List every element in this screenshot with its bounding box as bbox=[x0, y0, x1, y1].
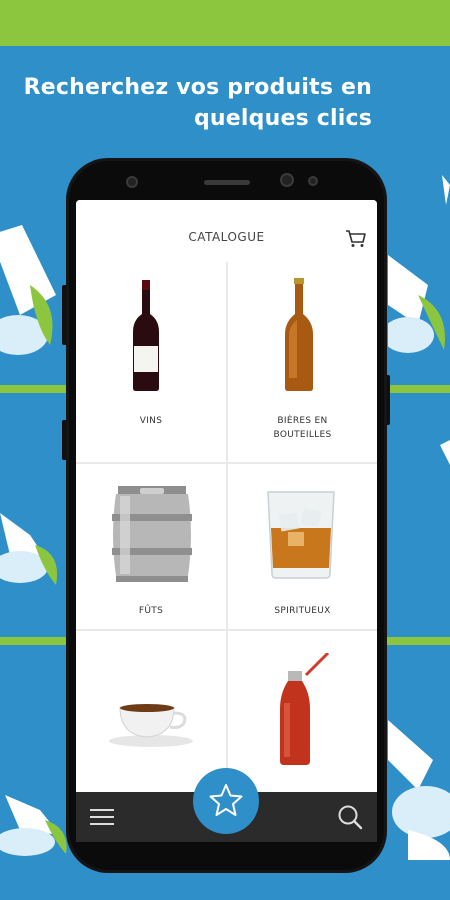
phone-sensor-2 bbox=[308, 176, 318, 186]
promo-headline: Recherchez vos produits en quelques clic… bbox=[24, 72, 372, 134]
category-tile-wines[interactable]: VINS bbox=[76, 262, 226, 462]
category-grid: VINS BIÈRES EN BOUTEILLES FÛTS SPIRITUEU… bbox=[76, 262, 377, 800]
category-tile-beers[interactable]: BIÈRES EN BOUTEILLES bbox=[228, 262, 377, 462]
wine-bottle-icon bbox=[133, 280, 159, 391]
decorative-bottle-left-1 bbox=[0, 225, 56, 355]
menu-icon[interactable] bbox=[90, 808, 114, 826]
phone-sensor bbox=[280, 173, 294, 187]
app-header: CATALOGUE bbox=[76, 200, 377, 262]
category-tile-spirits[interactable]: SPIRITUEUX bbox=[228, 464, 377, 629]
app-screen: CATALOGUE VINS BIÈRES EN BOUTEILLES FÛTS… bbox=[76, 200, 377, 800]
decorative-bottle-left-2 bbox=[0, 513, 58, 585]
decorative-bottle-right-3 bbox=[388, 720, 450, 860]
decorative-bottle-right-1 bbox=[388, 175, 450, 353]
category-label: VINS bbox=[139, 416, 163, 426]
phone-speaker bbox=[204, 180, 250, 185]
category-label: BIÈRES EN BOUTEILLES bbox=[273, 416, 332, 440]
headline-line-1: Recherchez vos produits en bbox=[23, 75, 372, 100]
cart-icon[interactable] bbox=[345, 230, 367, 248]
favorites-button[interactable] bbox=[193, 768, 259, 834]
star-icon bbox=[209, 784, 243, 816]
keg-icon bbox=[112, 486, 192, 582]
front-camera bbox=[126, 176, 138, 188]
category-tile-soft-drinks[interactable] bbox=[228, 631, 377, 800]
search-icon[interactable] bbox=[337, 804, 363, 830]
whisky-glass-icon bbox=[267, 491, 335, 579]
top-green-band bbox=[0, 0, 450, 46]
decorative-bottle-right-2 bbox=[440, 440, 450, 465]
phone-frame: CATALOGUE VINS BIÈRES EN BOUTEILLES FÛTS… bbox=[66, 158, 387, 873]
headline-line-2: quelques clics bbox=[193, 106, 372, 131]
beer-bottle-icon bbox=[285, 278, 313, 391]
category-tile-kegs[interactable]: FÛTS bbox=[76, 464, 226, 629]
category-tile-coffee[interactable] bbox=[76, 631, 226, 800]
category-label: FÛTS bbox=[138, 606, 164, 616]
decorative-bottle-left-3 bbox=[0, 795, 67, 856]
soda-bottle-icon bbox=[280, 653, 330, 765]
category-label: SPIRITUEUX bbox=[274, 606, 331, 616]
coffee-cup-icon bbox=[109, 704, 193, 747]
page-title: CATALOGUE bbox=[188, 230, 265, 244]
